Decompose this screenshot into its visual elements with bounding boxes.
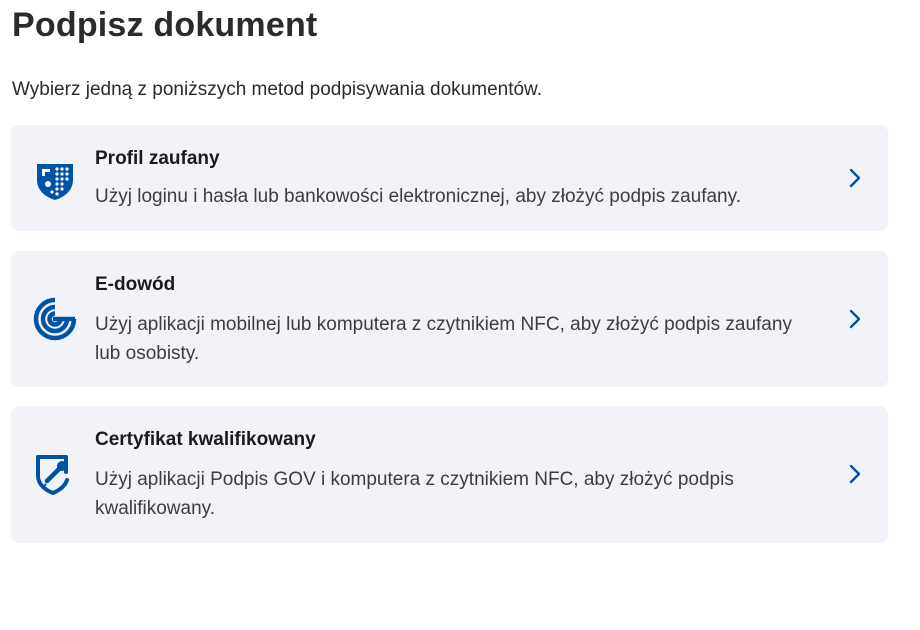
method-description: Użyj loginu i hasła lub bankowości elekt… xyxy=(95,186,741,207)
e-id-logo-icon xyxy=(33,297,77,341)
method-card-trusted-profile[interactable]: Profil zaufany Użyj loginu i hasła lub b… xyxy=(11,125,888,231)
chevron-right-icon xyxy=(848,463,862,485)
chevron-right-icon xyxy=(848,167,862,189)
page: Podpisz dokument Wybierz jedną z poniższ… xyxy=(0,0,920,630)
method-description: Użyj aplikacji mobilnej lub komputera z … xyxy=(95,314,792,364)
page-title: Podpisz dokument xyxy=(12,6,318,44)
method-card-e-id[interactable]: E-dowód Użyj aplikacji mobilnej lub komp… xyxy=(11,251,888,387)
method-title: E-dowód xyxy=(95,274,176,295)
method-title: Profil zaufany xyxy=(95,148,220,169)
chevron-right-icon xyxy=(848,308,862,330)
method-description: Użyj aplikacji Podpis GOV i komputera z … xyxy=(95,469,734,519)
trusted-profile-shield-icon xyxy=(33,158,77,202)
method-card-qualified-certificate[interactable]: Certyfikat kwalifikowany Użyj aplikacji … xyxy=(11,406,888,543)
shield-pen-icon xyxy=(33,452,77,496)
method-title: Certyfikat kwalifikowany xyxy=(95,429,316,450)
intro-text: Wybierz jedną z poniższych metod podpisy… xyxy=(12,79,542,100)
